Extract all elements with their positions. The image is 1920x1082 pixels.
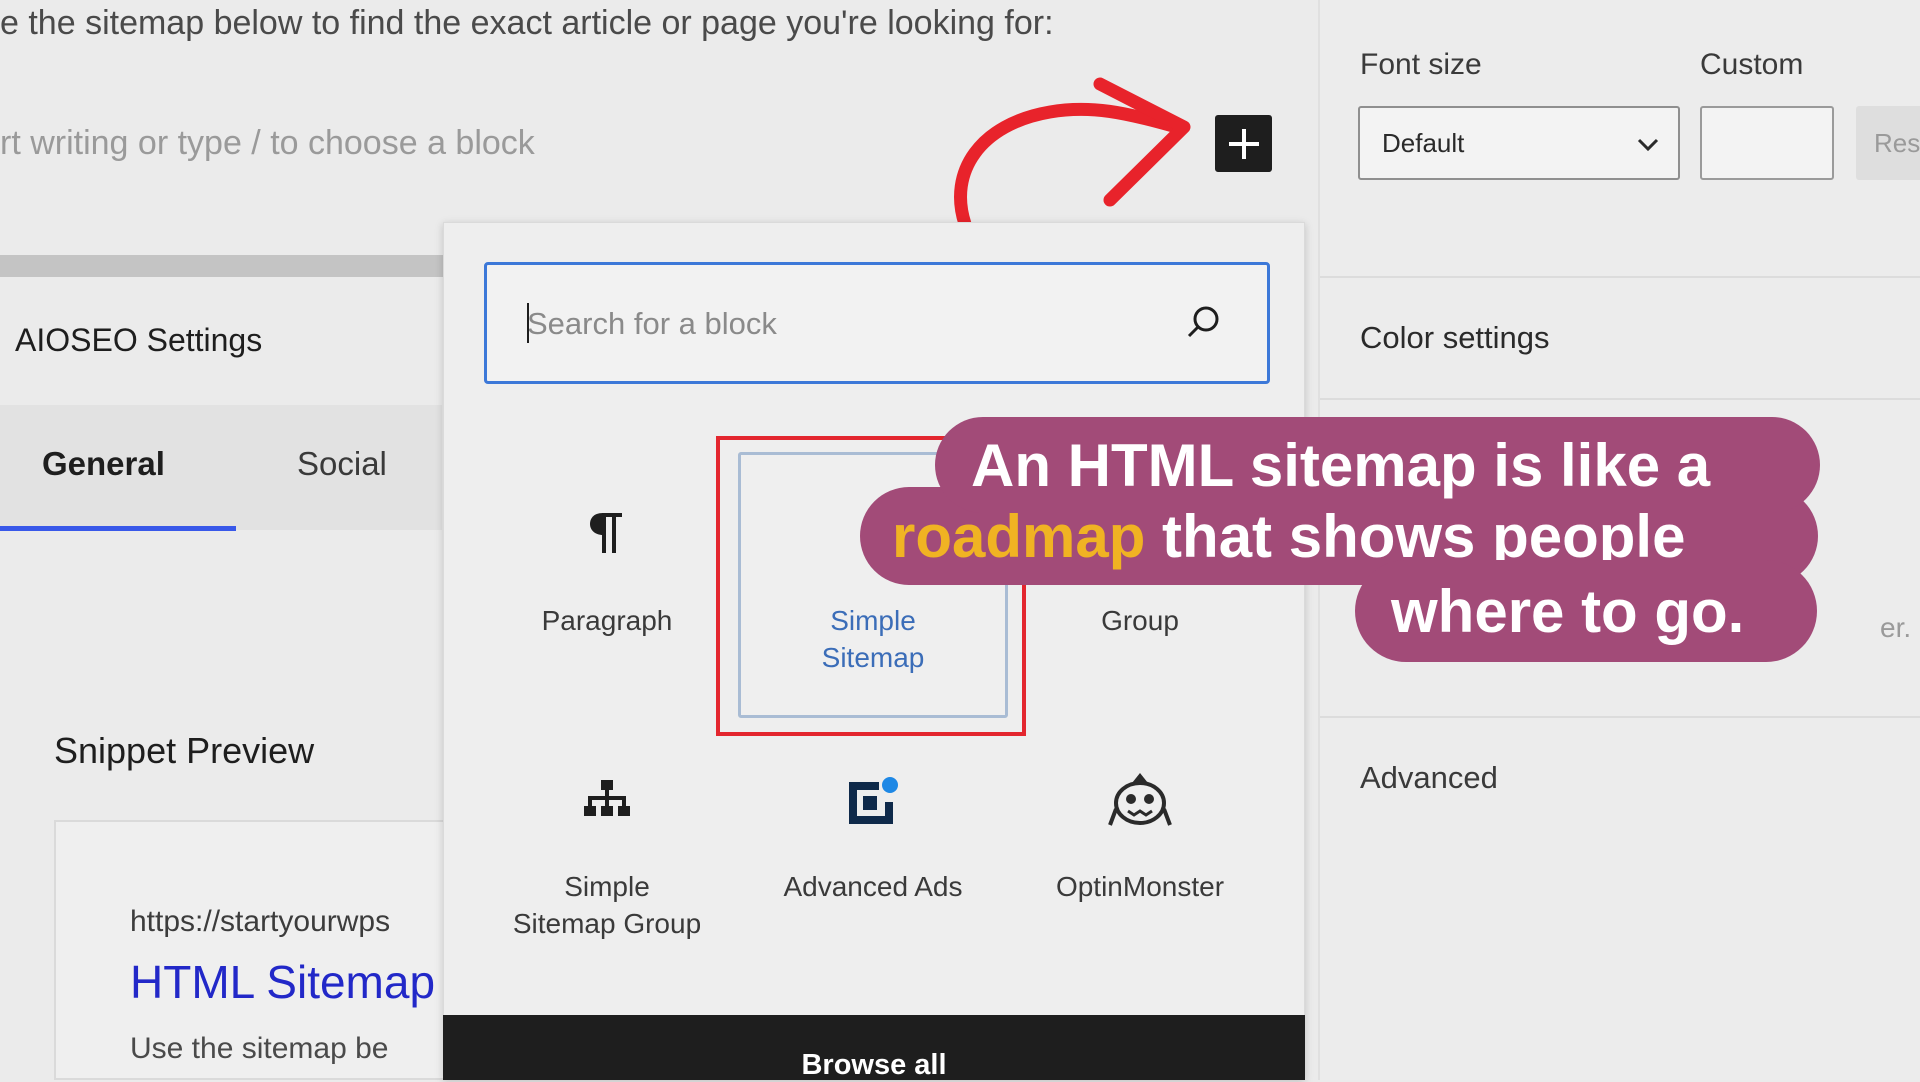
block-search-input[interactable] [525,299,1169,349]
block-simple-sitemap-group[interactable]: Simple Sitemap Group [482,760,732,1000]
block-paragraph[interactable]: Paragraph [482,492,732,732]
block-label: OptinMonster [1055,871,1225,902]
caption-text: where to go. [1391,577,1745,645]
block-search[interactable] [484,262,1270,384]
snippet-link[interactable]: HTML Sitemap [130,955,435,1009]
block-label-line: Simple [564,871,650,902]
block-optinmonster[interactable]: OptinMonster [1015,760,1265,1000]
sitemap-group-icon [482,760,732,840]
caption-line-3: where to go. [1355,560,1817,662]
active-tab-indicator [0,526,236,531]
text-caret [527,303,529,343]
chevron-down-icon [1637,138,1659,152]
font-size-label: Font size [1360,48,1482,81]
color-settings-toggle[interactable]: Color settings [1360,320,1550,356]
custom-size-label: Custom [1700,48,1804,81]
sidebar-help-text: er. [1880,612,1912,643]
paragraph-icon [482,492,732,572]
snippet-url: https://startyourwps [130,905,391,938]
block-label-line: Sitemap Group [512,908,702,939]
block-label: Advanced Ads [783,871,963,902]
advanced-ads-icon [748,760,998,840]
reset-button[interactable]: Res [1856,106,1920,180]
add-block-button[interactable] [1215,115,1272,172]
snippet-preview-title: Snippet Preview [54,730,315,771]
paragraph-text[interactable]: e the sitemap below to find the exact ar… [0,4,1054,43]
advanced-settings-toggle[interactable]: Advanced [1360,760,1498,796]
block-label: Paragraph [541,605,673,636]
sidebar-divider [1320,716,1920,718]
block-placeholder[interactable]: rt writing or type / to choose a block [0,124,535,163]
sidebar-divider [1320,398,1920,400]
block-advanced-ads[interactable]: Advanced Ads [748,760,998,1000]
tab-general[interactable]: General [42,445,165,483]
red-arrow-annotation [954,77,1191,231]
browse-all-button[interactable]: Browse all [443,1015,1305,1081]
block-label: Group [1101,605,1179,636]
sidebar-divider [1320,276,1920,278]
custom-size-input[interactable] [1700,106,1834,180]
panel-resize-bar [0,255,446,277]
caption-text: An HTML sitemap is like a [971,431,1711,499]
tab-social[interactable]: Social [297,445,387,483]
font-size-value: Default [1382,127,1465,158]
font-size-select[interactable]: Default [1358,106,1680,180]
snippet-description: Use the sitemap be [130,1032,389,1065]
plus-icon [1228,128,1259,159]
aioseo-settings-title: AIOSEO Settings [15,322,263,358]
caption-line-1: An HTML sitemap is like a [935,417,1820,513]
block-label: Simple Sitemap Group [482,868,732,942]
optinmonster-icon [1015,760,1265,840]
search-icon [1187,306,1219,338]
